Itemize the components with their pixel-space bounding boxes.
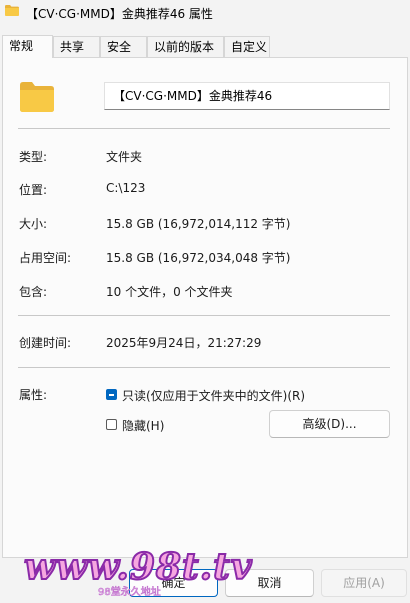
tab-security[interactable]: 安全 (100, 36, 147, 57)
tab-sharing[interactable]: 共享 (53, 36, 100, 57)
divider (18, 315, 390, 316)
advanced-button[interactable]: 高级(D)... (269, 410, 390, 438)
tab-customize[interactable]: 自定义 (224, 36, 270, 57)
folder-icon (5, 5, 19, 16)
location-value: C:\123 (106, 181, 146, 195)
created-label: 创建时间: (19, 336, 72, 350)
watermark-subtext: 98堂永久地址 (98, 587, 161, 599)
contains-value: 10 个文件，0 个文件夹 (106, 285, 233, 299)
title-bar: 【CV·CG·MMD】金典推荐46 属性 (0, 0, 410, 26)
window-title: 【CV·CG·MMD】金典推荐46 属性 (26, 7, 213, 21)
hidden-label[interactable]: 隐藏(H) (122, 417, 164, 434)
contains-label: 包含: (19, 285, 48, 299)
divider (18, 367, 390, 368)
general-panel (2, 57, 408, 558)
size-on-disk-value: 15.8 GB (16,972,034,048 字节) (106, 251, 291, 265)
folder-icon (20, 82, 54, 112)
watermark: www.98t.tv 98堂永久地址 (20, 542, 253, 600)
created-value: 2025年9月24日，21:27:29 (106, 336, 262, 350)
readonly-label[interactable]: 只读(仅应用于文件夹中的文件)(R) (122, 387, 305, 404)
type-label: 类型: (19, 150, 48, 164)
type-value: 文件夹 (106, 150, 143, 164)
watermark-text: www.98t.tv (23, 545, 253, 589)
hidden-checkbox[interactable] (106, 419, 117, 430)
folder-name-input[interactable]: 【CV·CG·MMD】金典推荐46 (104, 82, 390, 110)
tab-general[interactable]: 常规 (2, 35, 53, 58)
divider (18, 128, 390, 129)
size-label: 大小: (19, 217, 48, 231)
readonly-checkbox[interactable] (106, 389, 117, 400)
tab-previous-versions[interactable]: 以前的版本 (147, 36, 224, 57)
size-value: 15.8 GB (16,972,014,112 字节) (106, 217, 291, 231)
apply-button[interactable]: 应用(A) (321, 569, 407, 597)
location-label: 位置: (19, 183, 48, 197)
size-on-disk-label: 占用空间: (19, 251, 72, 265)
attributes-label: 属性: (19, 388, 48, 402)
